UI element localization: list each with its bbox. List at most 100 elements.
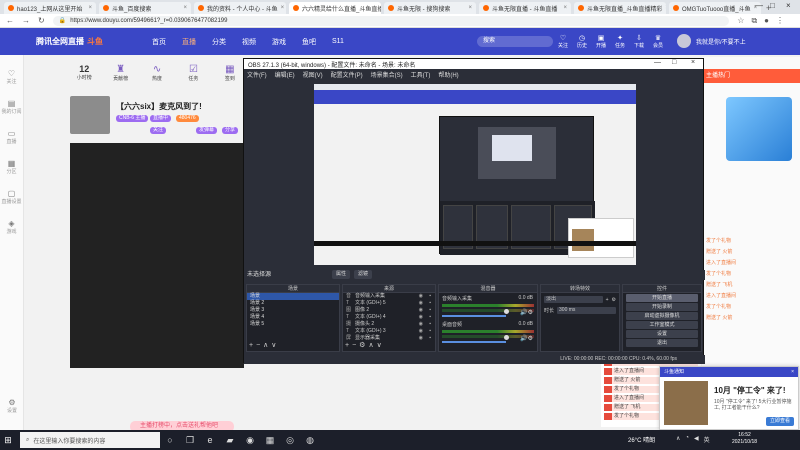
- close-tab-icon[interactable]: ×: [665, 5, 666, 11]
- lock-icon[interactable]: ▪: [429, 293, 431, 300]
- eye-icon[interactable]: ◉: [419, 307, 423, 314]
- source-item[interactable]: 图图像 2 ◉ ▪: [343, 307, 435, 314]
- maximize-icon[interactable]: □: [770, 1, 775, 10]
- source-item[interactable]: 摄摄像头 2 ◉ ▪: [343, 321, 435, 328]
- menu-icon[interactable]: ⋮: [776, 16, 784, 26]
- scene-item[interactable]: 场景 2: [247, 300, 339, 307]
- rail-subscribe[interactable]: ▤ 我的订阅: [0, 99, 23, 115]
- forward-icon[interactable]: →: [22, 16, 30, 25]
- network-icon[interactable]: ◔: [685, 435, 689, 444]
- share-button[interactable]: 分享: [222, 127, 239, 134]
- close-icon[interactable]: ×: [791, 367, 794, 377]
- close-tab-icon[interactable]: ×: [88, 5, 92, 11]
- toast-view-button[interactable]: 立即查看: [765, 417, 794, 426]
- slider-knob[interactable]: [504, 335, 509, 340]
- stat-hour-rank[interactable]: 12 小时榜: [70, 64, 98, 94]
- close-tab-icon[interactable]: ×: [563, 5, 567, 11]
- lock-icon[interactable]: ▪: [429, 335, 431, 342]
- lock-icon[interactable]: ▪: [429, 321, 431, 328]
- menu-scene-collection[interactable]: 场景集合(S): [371, 70, 403, 79]
- weather-widget[interactable]: 26°C 晴朗: [628, 435, 655, 444]
- scene-item[interactable]: 场景 3: [247, 307, 339, 314]
- browser-tab[interactable]: hao123_上网从这里开始 ×: [4, 2, 96, 14]
- start-streaming-button[interactable]: 开始直播: [626, 294, 698, 302]
- header-download[interactable]: ⇩ 下载: [632, 34, 646, 49]
- sources-toolbar[interactable]: +−⚙∧∨: [345, 341, 385, 349]
- danmaku-button[interactable]: 发弹幕: [196, 127, 218, 134]
- profile-icon[interactable]: ●: [764, 16, 769, 26]
- browser-tab[interactable]: 斗鱼_百度搜索 ×: [99, 2, 191, 14]
- speaker-icon[interactable]: 🔊⚙: [520, 309, 533, 316]
- taskbar-clock[interactable]: 16:52 2021/10/18: [732, 432, 757, 446]
- close-tab-icon[interactable]: ×: [183, 5, 187, 11]
- obs-close-icon[interactable]: ×: [691, 59, 695, 66]
- scene-item[interactable]: 场景: [247, 293, 339, 300]
- eye-icon[interactable]: ◉: [419, 328, 423, 335]
- promo-banner[interactable]: [726, 97, 792, 161]
- obs-icon[interactable]: ◍: [300, 435, 320, 446]
- transition-select[interactable]: 淡出: [544, 296, 603, 303]
- lock-icon[interactable]: ▪: [429, 300, 431, 307]
- scenes-toolbar[interactable]: +−∧∨: [249, 341, 279, 349]
- obs-preview[interactable]: [314, 84, 636, 265]
- notification-toast[interactable]: 斗鱼通知 × 10月 "停工令" 来了! 10月 "停工令" 来了! 5大行业暂停…: [659, 366, 799, 430]
- tray-chevron-icon[interactable]: ∧: [676, 435, 680, 444]
- source-item[interactable]: T 文本 (GDI+) 4 ◉ ▪: [343, 314, 435, 321]
- nav-live[interactable]: 直播: [182, 37, 196, 47]
- star-icon[interactable]: ☆: [737, 16, 744, 26]
- duration-input[interactable]: 300 ms: [557, 307, 616, 314]
- taskbar-search-input[interactable]: ⌕ 在这里输入你要搜索的内容: [20, 432, 160, 448]
- browser-tab[interactable]: 斗鱼无限直播_斗鱼直播精彩×: [574, 2, 666, 14]
- nav-video[interactable]: 视频: [242, 37, 256, 47]
- stat-heat[interactable]: ∿ 热度: [143, 64, 171, 94]
- source-item[interactable]: T 文本 (GDI+) 3 ◉ ▪: [343, 328, 435, 335]
- stat-signin[interactable]: ▦ 签到: [216, 64, 244, 94]
- ime-icon[interactable]: 英: [704, 435, 710, 444]
- start-recording-button[interactable]: 开始录制: [626, 303, 698, 311]
- add-transition-icon[interactable]: +: [606, 297, 609, 303]
- browser-tab[interactable]: 斗鱼无限 - 搜狗搜索 ×: [384, 2, 476, 14]
- nav-game[interactable]: 游戏: [272, 37, 286, 47]
- edge-icon[interactable]: e: [200, 435, 220, 445]
- file-explorer-icon[interactable]: ▰: [220, 435, 240, 446]
- minimize-icon[interactable]: —: [755, 1, 763, 10]
- rail-game[interactable]: ◈ 游戏: [0, 219, 23, 235]
- source-item[interactable]: T 文本 (GDI+) 5 ◉ ▪: [343, 300, 435, 307]
- studio-mode-button[interactable]: 工作室模式: [626, 321, 698, 329]
- settings-button[interactable]: 设置: [626, 330, 698, 338]
- scene-item[interactable]: 场景 5: [247, 321, 339, 328]
- header-task[interactable]: ✦ 任务: [613, 34, 627, 49]
- menu-edit[interactable]: 编辑(E): [275, 70, 295, 79]
- nav-category[interactable]: 分类: [212, 37, 226, 47]
- windows-start-icon[interactable]: ⊞: [0, 435, 16, 446]
- scene-item[interactable]: 场景 4: [247, 314, 339, 321]
- hot-anchors-header[interactable]: 主播热门: [702, 69, 800, 83]
- store-icon[interactable]: ▦: [260, 435, 280, 446]
- rail-live[interactable]: ▭ 直播: [0, 129, 23, 145]
- rail-follow[interactable]: ♡ 关注: [0, 69, 23, 85]
- volume-icon[interactable]: ◀: [694, 435, 699, 444]
- anchor-avatar[interactable]: [70, 96, 110, 134]
- volume-slider[interactable]: [442, 315, 507, 317]
- menu-view[interactable]: 视图(V): [303, 70, 323, 79]
- site-logo[interactable]: 腾讯全网直播 斗鱼: [36, 36, 136, 47]
- chrome-icon[interactable]: ◎: [280, 435, 300, 446]
- rail-live-settings[interactable]: ▢ 直播设置: [0, 189, 23, 205]
- video-player[interactable]: [70, 143, 244, 368]
- volume-slider[interactable]: [442, 341, 507, 343]
- close-window-icon[interactable]: ×: [786, 1, 791, 10]
- eye-icon[interactable]: ◉: [419, 321, 423, 328]
- obs-maximize-icon[interactable]: □: [672, 59, 676, 66]
- browser-tab[interactable]: 我的资料 - 个人中心 - 斗鱼 ×: [194, 2, 286, 14]
- url-input[interactable]: 🔒 https://www.douyu.com/5949661?_r=0.0390…: [52, 15, 730, 26]
- lock-icon[interactable]: ▪: [429, 307, 431, 314]
- obs-minimize-icon[interactable]: —: [654, 59, 661, 66]
- properties-button[interactable]: 属性: [332, 270, 351, 279]
- virtual-camera-button[interactable]: 启动虚拟摄像机: [626, 312, 698, 320]
- eye-icon[interactable]: ◉: [419, 293, 423, 300]
- speaker-icon[interactable]: 🔊⚙: [520, 335, 533, 342]
- eye-icon[interactable]: ◉: [419, 335, 423, 342]
- source-item[interactable]: 音音频输入采集 ◉ ▪: [343, 293, 435, 300]
- browser-tab-active[interactable]: 六六精灵给什么直播_斗鱼直播×: [289, 2, 381, 14]
- rail-category[interactable]: ▦ 分区: [0, 159, 23, 175]
